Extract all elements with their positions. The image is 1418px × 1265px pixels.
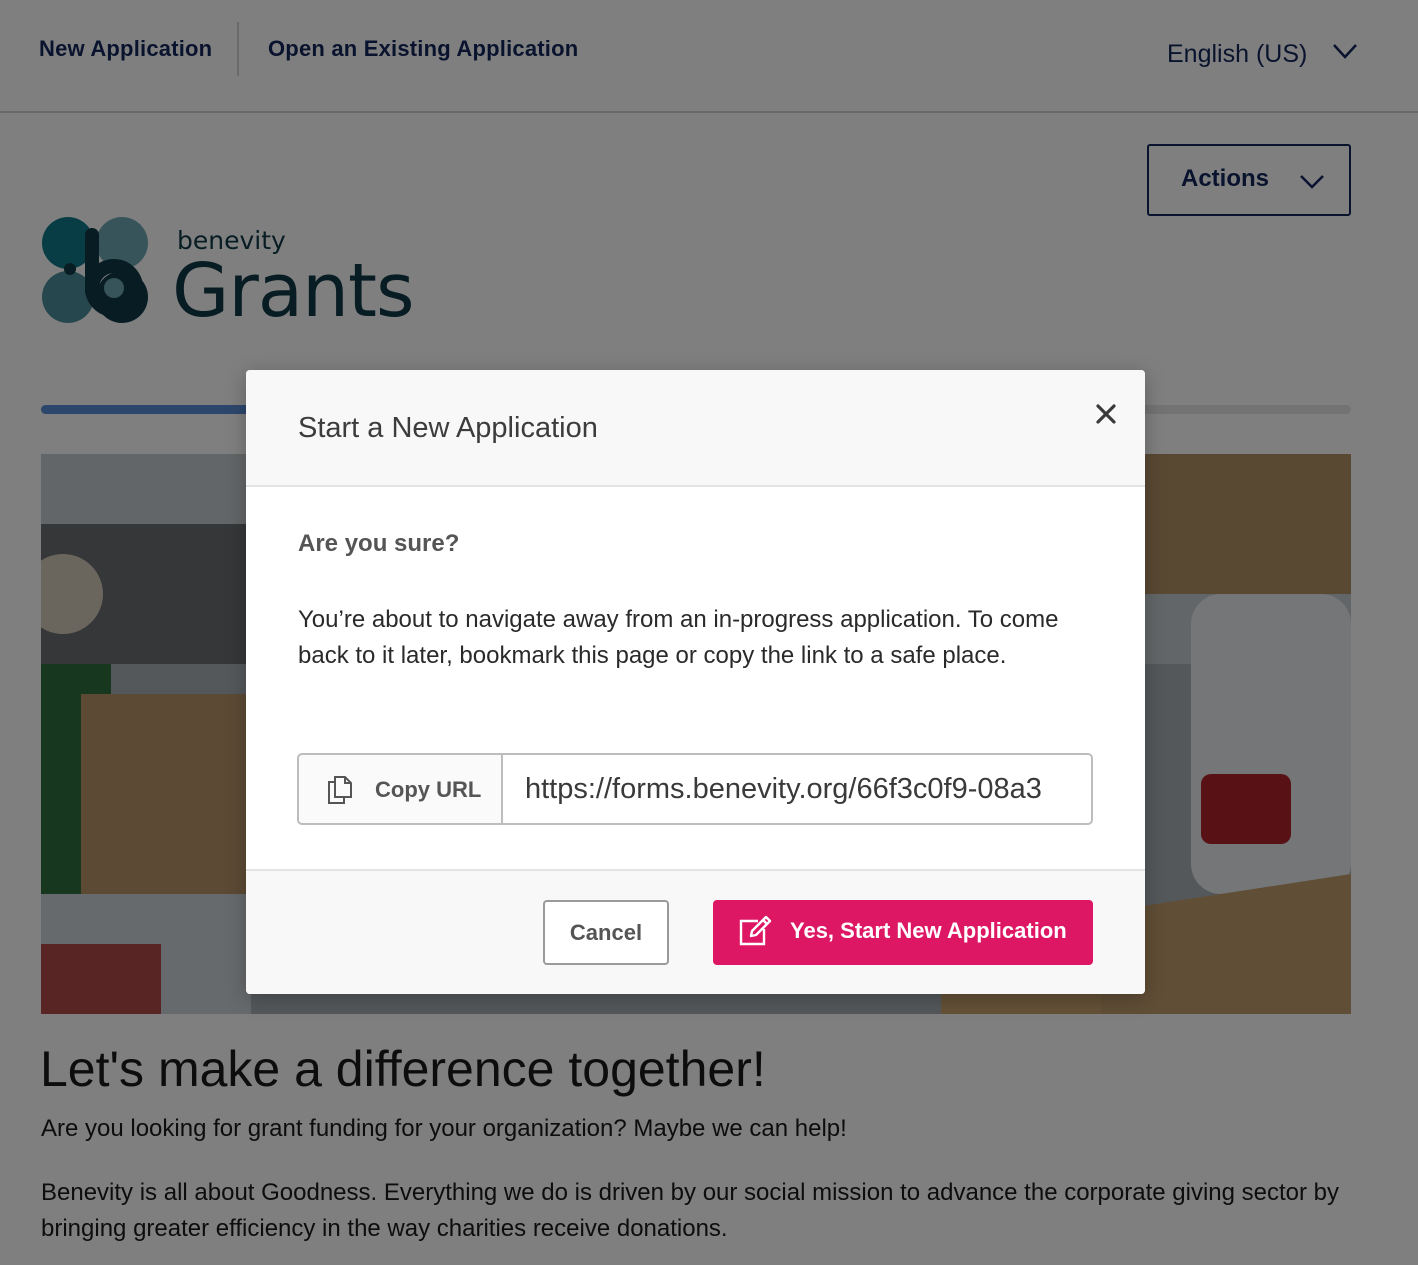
start-new-application-label: Yes, Start New Application bbox=[790, 918, 1067, 943]
edit-icon bbox=[739, 915, 772, 946]
application-url-field[interactable] bbox=[505, 755, 1091, 823]
copy-icon bbox=[328, 776, 352, 804]
modal-body: Are you sure? You’re about to navigate a… bbox=[246, 487, 1145, 871]
close-icon[interactable] bbox=[1093, 401, 1119, 427]
modal-title: Start a New Application bbox=[298, 412, 598, 444]
modal-header: Start a New Application bbox=[246, 370, 1145, 487]
confirmation-description: You’re about to navigate away from an in… bbox=[298, 606, 1059, 669]
confirmation-question: Are you sure? bbox=[298, 530, 460, 557]
start-new-application-dialog: Start a New Application Are you sure? Yo… bbox=[246, 370, 1145, 994]
cancel-label: Cancel bbox=[569, 920, 643, 945]
copy-url-button[interactable]: Copy URL bbox=[299, 755, 503, 823]
start-new-application-button[interactable]: Yes, Start New Application bbox=[713, 900, 1093, 965]
modal-footer: Cancel Yes, Start New Application bbox=[246, 869, 1145, 994]
url-copy-group: Copy URL bbox=[297, 753, 1093, 825]
copy-url-label: Copy URL bbox=[375, 777, 482, 802]
cancel-button[interactable]: Cancel bbox=[543, 900, 669, 965]
